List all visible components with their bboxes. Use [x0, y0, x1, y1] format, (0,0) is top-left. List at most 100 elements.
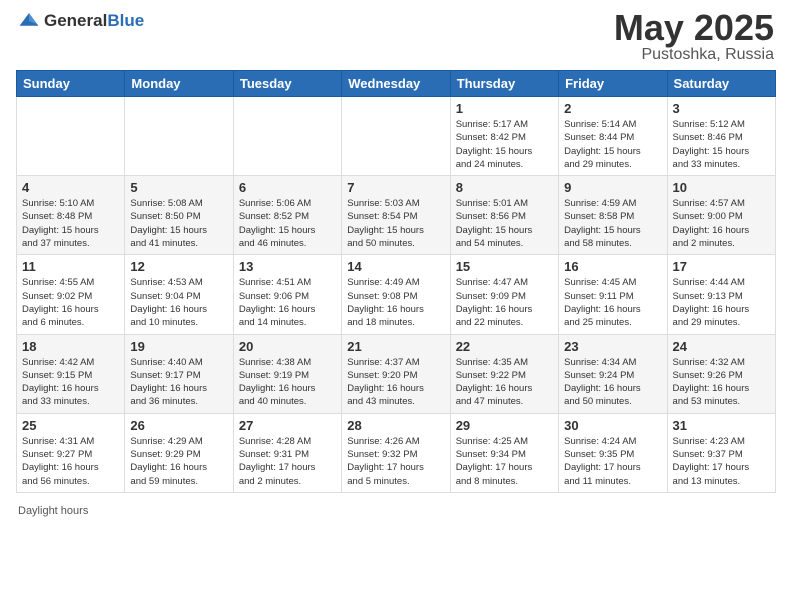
- calendar-row: 4 Sunrise: 5:10 AM Sunset: 8:48 PM Daylig…: [17, 176, 776, 255]
- header-sunday: Sunday: [17, 71, 125, 97]
- table-row: 5Sunrise: 5:08 AM Sunset: 8:50 PM Daylig…: [125, 176, 233, 255]
- day-number: 25: [22, 418, 119, 433]
- day-number: 11: [22, 259, 119, 274]
- day-info: Sunrise: 4:53 AM Sunset: 9:04 PM Dayligh…: [130, 276, 227, 329]
- table-row: 21 Sunrise: 4:37 AM Sunset: 9:20 PM Dayli…: [342, 334, 450, 413]
- day-info: Sunrise: 4:47 AM Sunset: 9:09 PM Dayligh…: [456, 276, 553, 329]
- logo-icon: [18, 10, 40, 32]
- day-info: Sunrise: 4:23 AM Sunset: 9:37 PM Dayligh…: [673, 435, 770, 488]
- day-info: Sunrise: 4:40 AM Sunset: 9:17 PM Dayligh…: [130, 356, 227, 409]
- day-number: 14: [347, 259, 444, 274]
- day-info: Sunrise: 4:55 AM Sunset: 9:02 PM Dayligh…: [22, 276, 119, 329]
- day-info: Sunrise: 4:35 AM Sunset: 9:22 PM Dayligh…: [456, 356, 553, 409]
- day-number: 16: [564, 259, 661, 274]
- day-info: Sunrise: 5:03 AM Sunset: 8:54 PM Dayligh…: [347, 197, 444, 250]
- day-number: 13: [239, 259, 336, 274]
- header-monday: Monday: [125, 71, 233, 97]
- day-header-row: Sunday Monday Tuesday Wednesday Thursday…: [17, 71, 776, 97]
- calendar-row: 1 Sunrise: 5:17 AM Sunset: 8:42 PM Daylig…: [17, 97, 776, 176]
- table-row: 3 Sunrise: 5:12 AM Sunset: 8:46 PM Daylig…: [667, 97, 775, 176]
- table-row: 17 Sunrise: 4:44 AM Sunset: 9:13 PM Dayli…: [667, 255, 775, 334]
- day-info: Sunrise: 4:24 AM Sunset: 9:35 PM Dayligh…: [564, 435, 661, 488]
- table-row: 11 Sunrise: 4:55 AM Sunset: 9:02 PM Dayli…: [17, 255, 125, 334]
- day-info: Sunrise: 4:26 AM Sunset: 9:32 PM Dayligh…: [347, 435, 444, 488]
- day-number: 17: [673, 259, 770, 274]
- table-row: 8 Sunrise: 5:01 AM Sunset: 8:56 PM Daylig…: [450, 176, 558, 255]
- table-row: 23 Sunrise: 4:34 AM Sunset: 9:24 PM Dayli…: [559, 334, 667, 413]
- calendar-row: 25 Sunrise: 4:31 AM Sunset: 9:27 PM Dayli…: [17, 413, 776, 492]
- table-row: 25 Sunrise: 4:31 AM Sunset: 9:27 PM Dayli…: [17, 413, 125, 492]
- day-info: Sunrise: 4:37 AM Sunset: 9:20 PM Dayligh…: [347, 356, 444, 409]
- day-info: Sunrise: 4:38 AM Sunset: 9:19 PM Dayligh…: [239, 356, 336, 409]
- table-row: 27Sunrise: 4:28 AM Sunset: 9:31 PM Dayli…: [233, 413, 341, 492]
- day-number: 15: [456, 259, 553, 274]
- logo: GeneralBlue: [18, 10, 144, 32]
- day-number: 12: [130, 259, 227, 274]
- day-info: Sunrise: 4:51 AM Sunset: 9:06 PM Dayligh…: [239, 276, 336, 329]
- table-row: 31Sunrise: 4:23 AM Sunset: 9:37 PM Dayli…: [667, 413, 775, 492]
- day-info: Sunrise: 4:31 AM Sunset: 9:27 PM Dayligh…: [22, 435, 119, 488]
- header-tuesday: Tuesday: [233, 71, 341, 97]
- day-info: Sunrise: 5:12 AM Sunset: 8:46 PM Dayligh…: [673, 118, 770, 171]
- table-row: 14 Sunrise: 4:49 AM Sunset: 9:08 PM Dayli…: [342, 255, 450, 334]
- day-number: 3: [673, 101, 770, 116]
- table-row: 9 Sunrise: 4:59 AM Sunset: 8:58 PM Daylig…: [559, 176, 667, 255]
- day-number: 9: [564, 180, 661, 195]
- day-number: 1: [456, 101, 553, 116]
- table-row: 4 Sunrise: 5:10 AM Sunset: 8:48 PM Daylig…: [17, 176, 125, 255]
- day-number: 10: [673, 180, 770, 195]
- day-number: 24: [673, 339, 770, 354]
- day-number: 20: [239, 339, 336, 354]
- day-info: Sunrise: 4:59 AM Sunset: 8:58 PM Dayligh…: [564, 197, 661, 250]
- calendar-wrap: Sunday Monday Tuesday Wednesday Thursday…: [0, 70, 792, 501]
- day-number: 8: [456, 180, 553, 195]
- day-info: Sunrise: 4:49 AM Sunset: 9:08 PM Dayligh…: [347, 276, 444, 329]
- table-row: 13 Sunrise: 4:51 AM Sunset: 9:06 PM Dayli…: [233, 255, 341, 334]
- footer: Daylight hours: [0, 501, 792, 521]
- day-number: 21: [347, 339, 444, 354]
- table-row: 16 Sunrise: 4:45 AM Sunset: 9:11 PM Dayli…: [559, 255, 667, 334]
- day-info: Sunrise: 4:42 AM Sunset: 9:15 PM Dayligh…: [22, 356, 119, 409]
- table-row: [125, 97, 233, 176]
- calendar-location: Pustoshka, Russia: [614, 46, 774, 64]
- header-friday: Friday: [559, 71, 667, 97]
- day-number: 7: [347, 180, 444, 195]
- table-row: 24Sunrise: 4:32 AM Sunset: 9:26 PM Dayli…: [667, 334, 775, 413]
- day-info: Sunrise: 5:14 AM Sunset: 8:44 PM Dayligh…: [564, 118, 661, 171]
- day-info: Sunrise: 5:17 AM Sunset: 8:42 PM Dayligh…: [456, 118, 553, 171]
- calendar-row: 11 Sunrise: 4:55 AM Sunset: 9:02 PM Dayli…: [17, 255, 776, 334]
- day-number: 27: [239, 418, 336, 433]
- table-row: 15 Sunrise: 4:47 AM Sunset: 9:09 PM Dayli…: [450, 255, 558, 334]
- day-info: Sunrise: 4:45 AM Sunset: 9:11 PM Dayligh…: [564, 276, 661, 329]
- day-info: Sunrise: 5:01 AM Sunset: 8:56 PM Dayligh…: [456, 197, 553, 250]
- table-row: 20 Sunrise: 4:38 AM Sunset: 9:19 PM Dayli…: [233, 334, 341, 413]
- day-info: Sunrise: 4:44 AM Sunset: 9:13 PM Dayligh…: [673, 276, 770, 329]
- day-number: 30: [564, 418, 661, 433]
- day-info: Sunrise: 4:34 AM Sunset: 9:24 PM Dayligh…: [564, 356, 661, 409]
- day-info: Sunrise: 5:08 AM Sunset: 8:50 PM Dayligh…: [130, 197, 227, 250]
- header-saturday: Saturday: [667, 71, 775, 97]
- table-row: 29Sunrise: 4:25 AM Sunset: 9:34 PM Dayli…: [450, 413, 558, 492]
- header-wednesday: Wednesday: [342, 71, 450, 97]
- table-row: [17, 97, 125, 176]
- calendar-title: May 2025: [614, 10, 774, 46]
- table-row: 19Sunrise: 4:40 AM Sunset: 9:17 PM Dayli…: [125, 334, 233, 413]
- title-block: May 2025 Pustoshka, Russia: [614, 10, 774, 64]
- header: GeneralBlue May 2025 Pustoshka, Russia: [0, 0, 792, 70]
- table-row: 22Sunrise: 4:35 AM Sunset: 9:22 PM Dayli…: [450, 334, 558, 413]
- logo-blue-text: Blue: [107, 11, 144, 30]
- daylight-label: Daylight hours: [18, 505, 88, 517]
- day-info: Sunrise: 5:10 AM Sunset: 8:48 PM Dayligh…: [22, 197, 119, 250]
- calendar-table: Sunday Monday Tuesday Wednesday Thursday…: [16, 70, 776, 493]
- table-row: 26Sunrise: 4:29 AM Sunset: 9:29 PM Dayli…: [125, 413, 233, 492]
- day-number: 23: [564, 339, 661, 354]
- table-row: 28Sunrise: 4:26 AM Sunset: 9:32 PM Dayli…: [342, 413, 450, 492]
- table-row: 6Sunrise: 5:06 AM Sunset: 8:52 PM Daylig…: [233, 176, 341, 255]
- day-number: 4: [22, 180, 119, 195]
- table-row: 12 Sunrise: 4:53 AM Sunset: 9:04 PM Dayli…: [125, 255, 233, 334]
- table-row: 18Sunrise: 4:42 AM Sunset: 9:15 PM Dayli…: [17, 334, 125, 413]
- table-row: [342, 97, 450, 176]
- table-row: 2Sunrise: 5:14 AM Sunset: 8:44 PM Daylig…: [559, 97, 667, 176]
- header-thursday: Thursday: [450, 71, 558, 97]
- table-row: 30 Sunrise: 4:24 AM Sunset: 9:35 PM Dayli…: [559, 413, 667, 492]
